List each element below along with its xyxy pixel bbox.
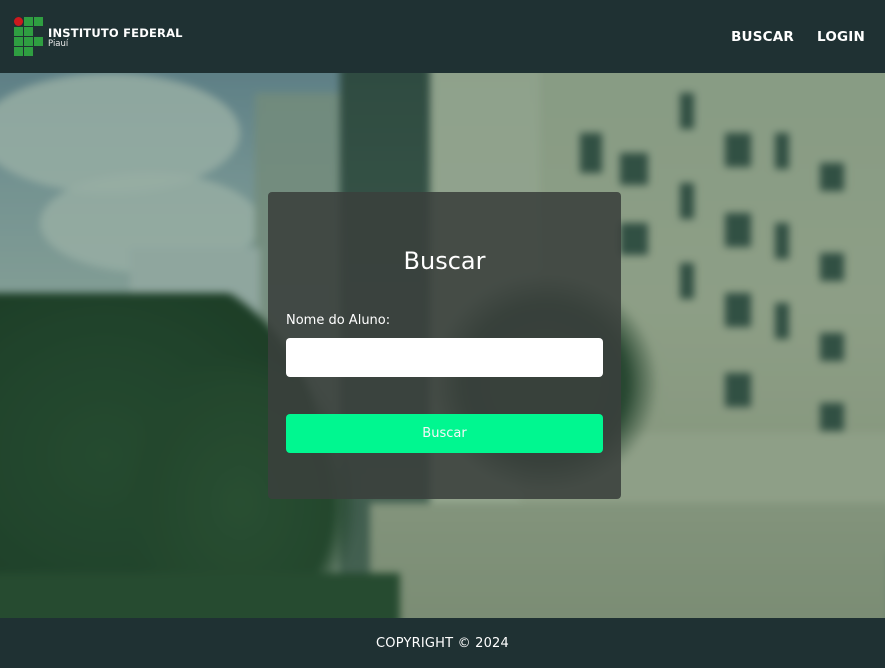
site-header: INSTITUTO FEDERAL Piauí BUSCAR LOGIN [0, 0, 885, 73]
search-card: Buscar Nome do Aluno: Buscar [268, 192, 621, 499]
logo-text: INSTITUTO FEDERAL Piauí [48, 25, 183, 49]
site-footer: COPYRIGHT © 2024 [0, 618, 885, 668]
instituto-federal-logo-icon [14, 17, 43, 56]
card-title: Buscar [403, 247, 486, 275]
student-name-input[interactable] [286, 338, 603, 377]
nav-login-link[interactable]: LOGIN [817, 29, 865, 45]
logo-subtitle: Piauí [48, 39, 69, 49]
copyright-text: COPYRIGHT © 2024 [375, 635, 509, 651]
nav-buscar-link[interactable]: BUSCAR [731, 29, 794, 45]
student-name-label: Nome do Aluno: [286, 313, 391, 328]
search-button[interactable]: Buscar [286, 414, 603, 453]
logo-title: INSTITUTO FEDERAL [48, 25, 183, 40]
main-nav: BUSCAR LOGIN [731, 29, 865, 45]
logo[interactable]: INSTITUTO FEDERAL Piauí [14, 17, 183, 56]
